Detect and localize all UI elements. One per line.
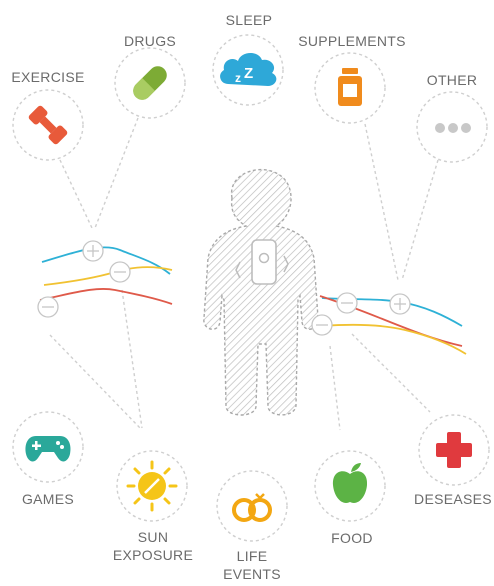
minus-marker-right-upper [336,292,358,314]
label-drugs: DRUGS [123,33,177,49]
left-data-series [39,246,173,305]
connector-deseases [351,333,431,413]
connector-supplements [364,123,399,281]
label-deseases: DESEASES [414,491,492,507]
label-sun-exposure-line1: SUN [137,529,169,545]
connector-games [49,334,141,429]
series-line-yellow [43,266,173,286]
label-games: GAMES [21,491,75,507]
sun-icon [126,460,178,512]
human-figure [203,168,319,416]
series-line-red [39,288,173,305]
label-other: OTHER [426,72,478,88]
ellipsis-icon [435,123,471,133]
svg-text:z: z [235,71,241,85]
label-exercise: EXERCISE [11,69,85,85]
connector-exercise [59,159,93,229]
connector-other [401,159,439,281]
label-life-events-line2: EVENTS [223,566,281,582]
plus-marker-left [82,240,104,262]
label-sleep: SLEEP [225,12,273,28]
label-food: FOOD [331,530,373,546]
label-life-events-line1: LIFE [236,548,268,564]
series-line-blue [41,246,171,275]
human-silhouette [203,168,319,416]
svg-text:Z: Z [244,65,253,82]
connector-drugs [94,117,139,229]
label-supplements: SUPPLEMENTS [298,33,406,49]
minus-marker-left-lower [37,296,59,318]
minus-marker-right-lower [311,314,333,336]
plus-marker-right [389,293,411,315]
series-line-yellow [321,323,467,355]
label-sun-exposure-line2: EXPOSURE [112,547,194,563]
connector-sun [121,289,143,429]
minus-marker-left-upper [109,261,131,283]
connector-food [329,345,341,431]
